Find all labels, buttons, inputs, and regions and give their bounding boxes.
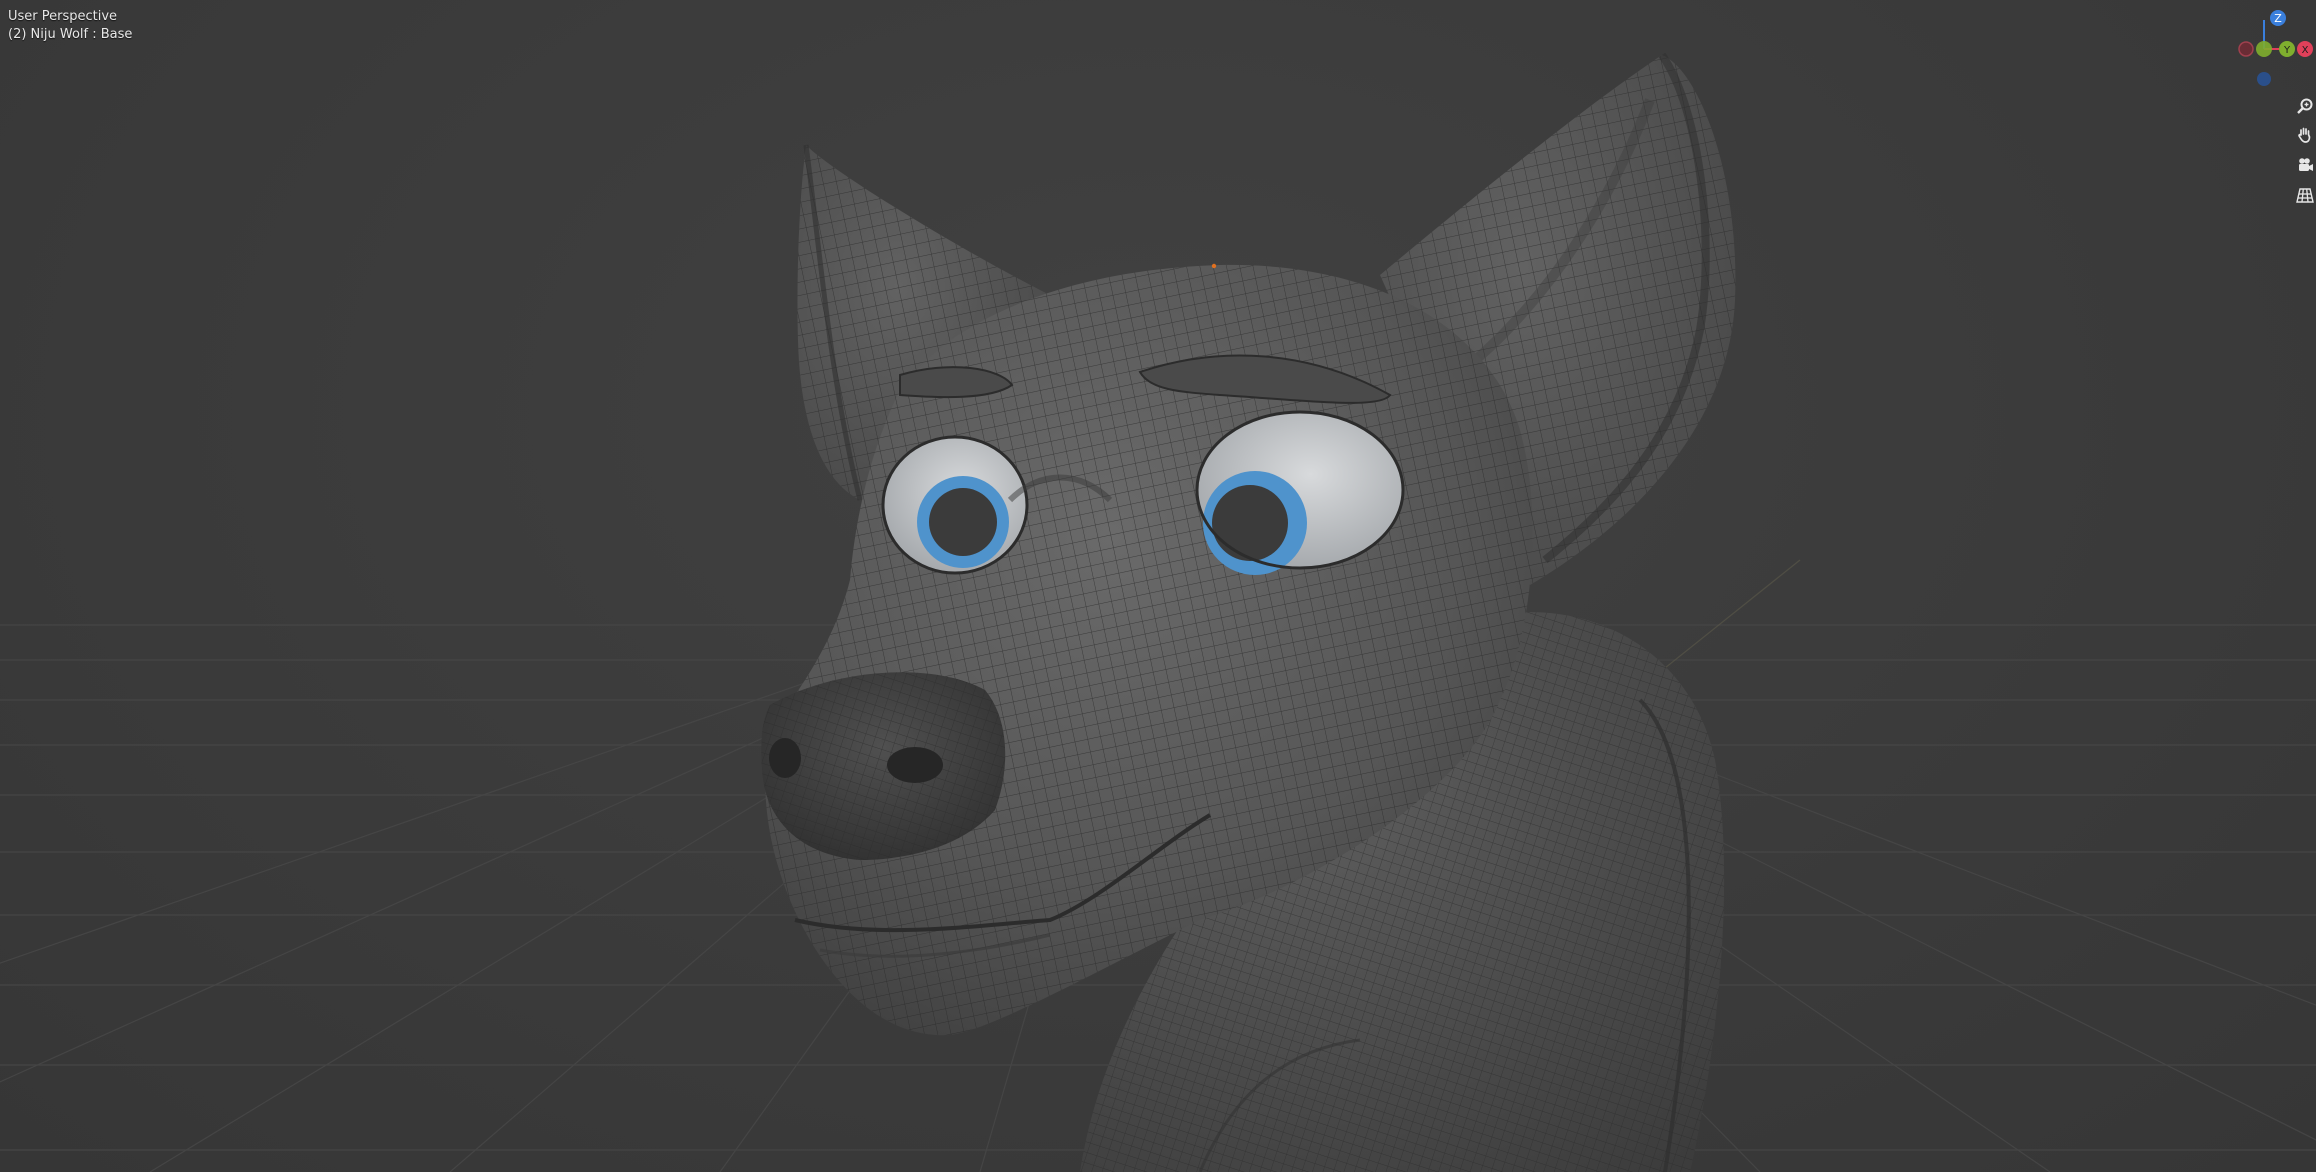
camera-view-button[interactable] bbox=[2294, 154, 2316, 176]
z-axis-label: Z bbox=[2274, 12, 2282, 25]
wolf-nose bbox=[761, 672, 1006, 860]
active-object-label: (2) Niju Wolf : Base bbox=[8, 27, 133, 42]
viewport-scene bbox=[0, 52, 2316, 1172]
y-axis-handle: Y bbox=[2279, 41, 2295, 57]
hand-icon bbox=[2298, 127, 2311, 143]
x-axis-handle: X bbox=[2297, 41, 2313, 57]
wolf-left-eye bbox=[881, 435, 1029, 575]
ortho-toggle-button[interactable] bbox=[2294, 184, 2316, 206]
camera-icon bbox=[2299, 158, 2313, 171]
neg-x-axis-handle bbox=[2238, 41, 2254, 57]
grid-icon bbox=[2296, 188, 2314, 203]
navigation-gizmo[interactable]: Z Y X bbox=[2230, 6, 2316, 96]
x-axis-label: X bbox=[2302, 45, 2309, 56]
neg-y-axis-handle bbox=[2256, 41, 2272, 57]
pan-button[interactable] bbox=[2294, 124, 2316, 146]
z-axis-handle: Z bbox=[2270, 10, 2286, 26]
view-name-label: User Perspective bbox=[8, 9, 118, 24]
zoom-button[interactable] bbox=[2294, 95, 2316, 117]
neg-z-axis-handle bbox=[2257, 72, 2271, 86]
y-axis-label: Y bbox=[2283, 45, 2291, 56]
object-origin bbox=[1211, 263, 1217, 269]
3d-viewport[interactable]: User Perspective (2) Niju Wolf : Base Z … bbox=[0, 0, 2316, 1172]
magnifier-icon bbox=[2297, 98, 2313, 114]
